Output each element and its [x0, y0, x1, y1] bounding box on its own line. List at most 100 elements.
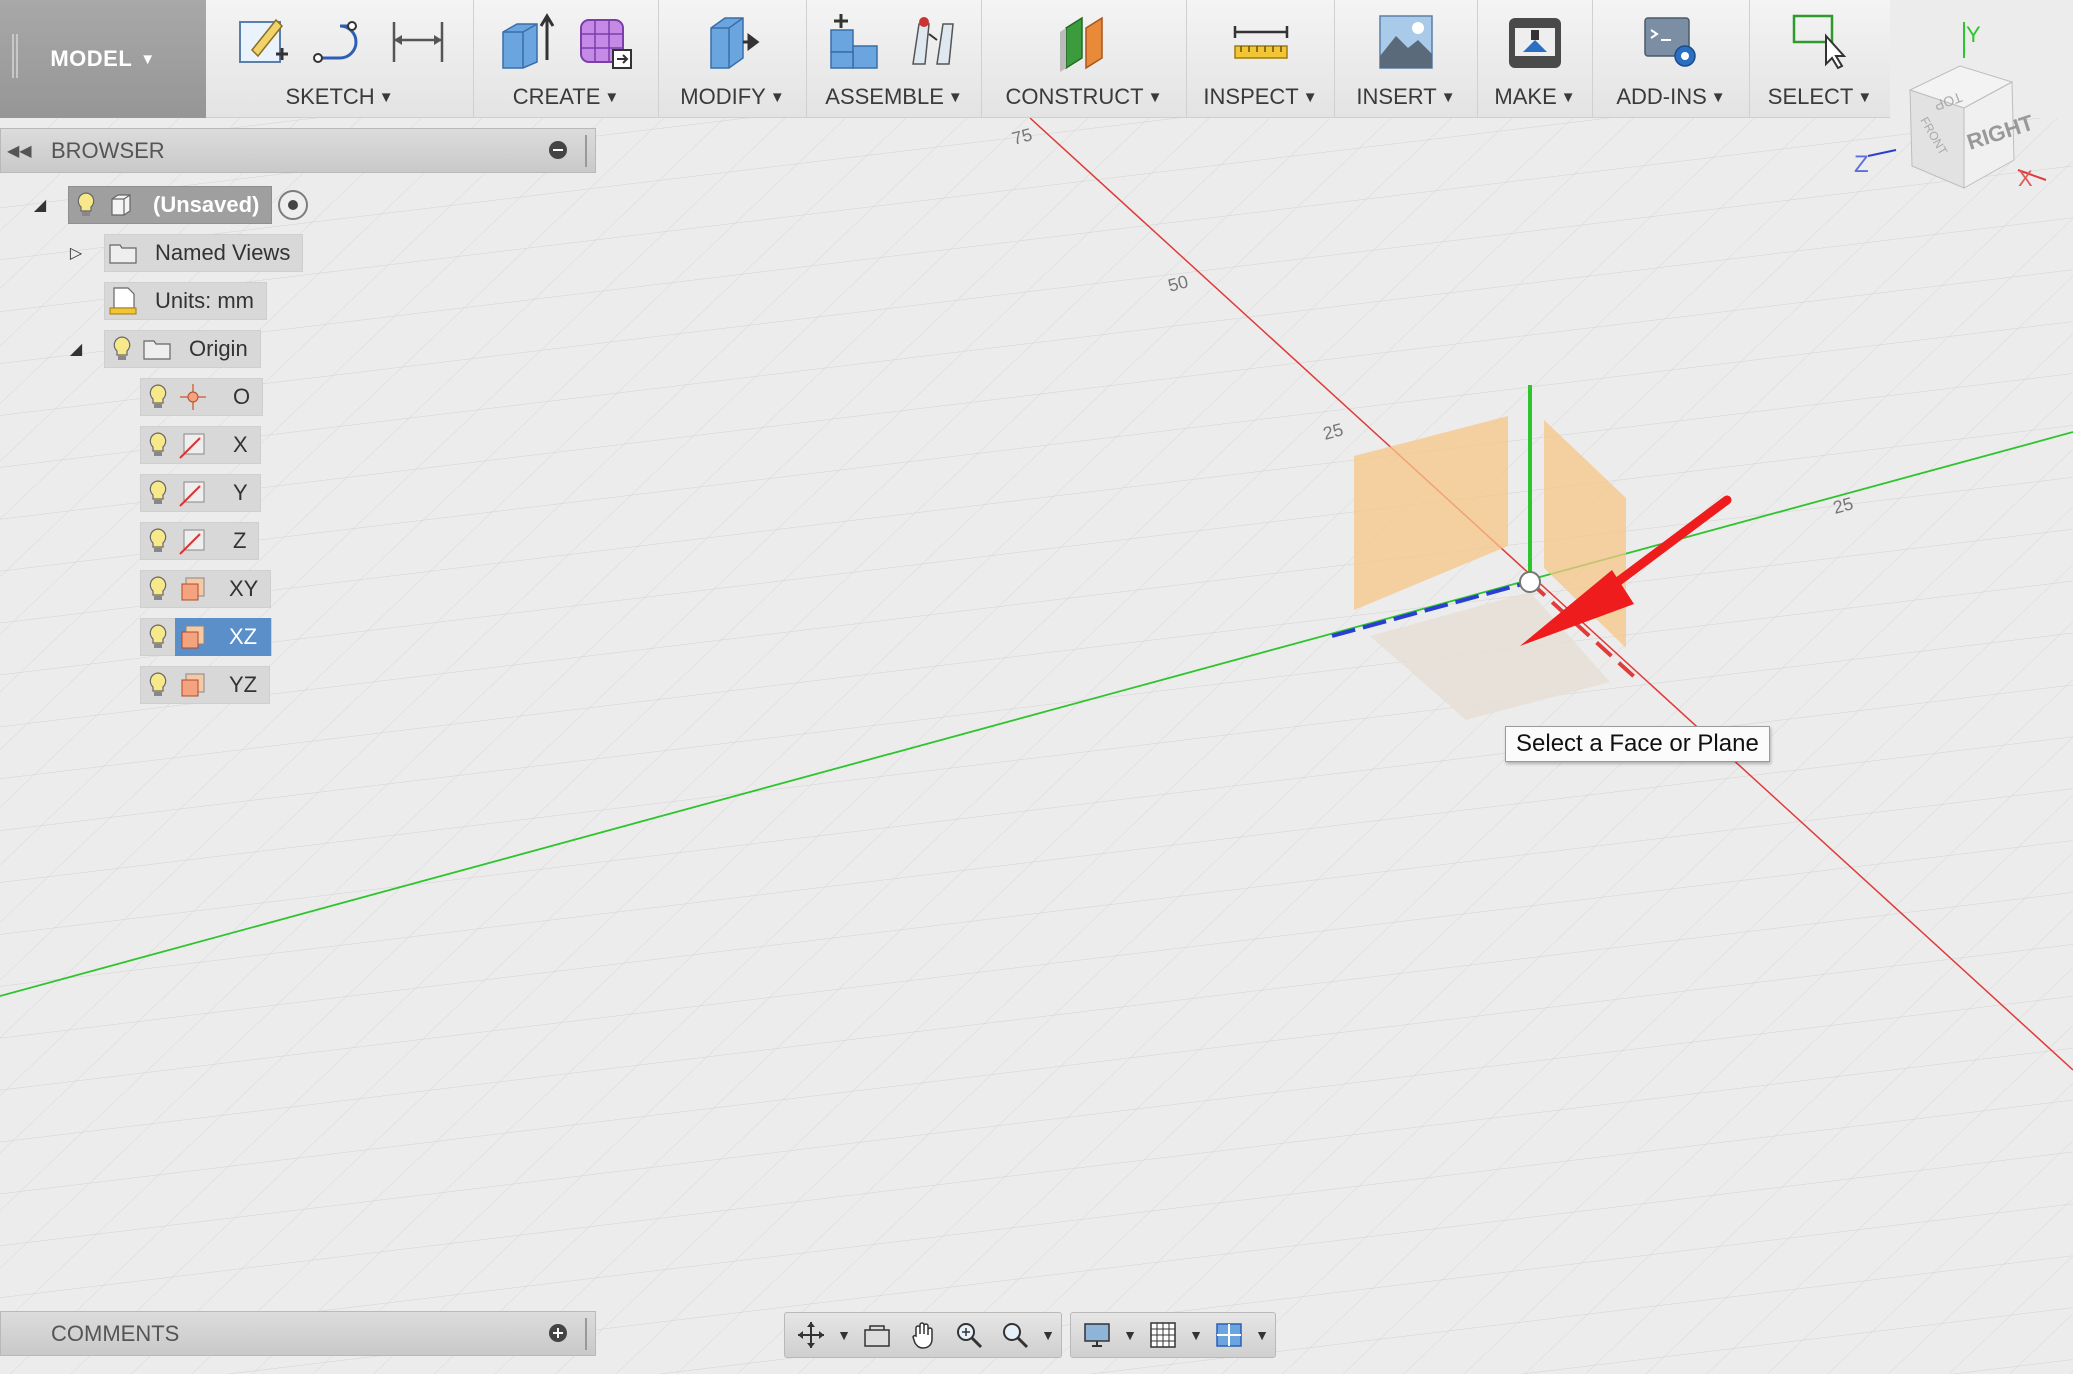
- origin-point-marker[interactable]: [1519, 571, 1541, 593]
- 3d-print-icon[interactable]: [1505, 10, 1565, 72]
- chevron-down-icon[interactable]: ▼: [1303, 89, 1318, 106]
- visibility-bulb-icon[interactable]: [105, 330, 139, 368]
- toolbar-group-create: CREATE ▼: [474, 0, 659, 118]
- offset-plane-icon[interactable]: [1054, 10, 1114, 72]
- units-node[interactable]: Units: mm: [104, 282, 267, 320]
- tree-row-axis-z[interactable]: Z: [140, 522, 260, 560]
- toolbar-group-label[interactable]: INSERT: [1356, 84, 1436, 109]
- navigation-bar: ▼ ▼ ▼ ▼ ▼: [784, 1312, 1276, 1358]
- toolbar-group-label[interactable]: MODIFY: [680, 84, 766, 109]
- origin-item-node[interactable]: XY: [140, 570, 272, 608]
- toolbar-group-construct: CONSTRUCT ▼: [982, 0, 1187, 118]
- plane-icon: [175, 666, 211, 704]
- origin-item-node[interactable]: Z: [140, 522, 260, 560]
- joint-icon[interactable]: [903, 10, 963, 72]
- panel-grip-icon[interactable]: [585, 1318, 589, 1350]
- display-settings-icon[interactable]: [1077, 1316, 1117, 1354]
- form-grid-icon[interactable]: [575, 10, 635, 72]
- viewports-icon[interactable]: [1209, 1316, 1249, 1354]
- collapse-panel-icon[interactable]: ◀◀: [7, 141, 37, 161]
- visibility-bulb-icon[interactable]: [69, 186, 103, 224]
- visibility-bulb-icon[interactable]: [141, 618, 175, 656]
- add-comment-icon[interactable]: [549, 1324, 567, 1342]
- tree-row-units[interactable]: Units: mm: [104, 282, 267, 320]
- tree-row-plane-xz[interactable]: XZ: [140, 618, 273, 656]
- zoom-window-icon[interactable]: [995, 1316, 1035, 1354]
- visibility-bulb-icon[interactable]: [141, 666, 175, 704]
- chevron-down-icon[interactable]: ▼: [1123, 1327, 1137, 1343]
- new-component-icon[interactable]: [825, 10, 885, 72]
- toolbar-group-label[interactable]: CONSTRUCT: [1006, 84, 1144, 109]
- chevron-down-icon[interactable]: ▼: [1441, 89, 1456, 106]
- toolbar-group-label[interactable]: CREATE: [513, 84, 601, 109]
- plane-icon: [175, 618, 211, 656]
- expanded-triangle-icon[interactable]: ◢: [64, 339, 88, 359]
- chevron-down-icon[interactable]: ▼: [1711, 89, 1726, 106]
- chevron-down-icon[interactable]: ▼: [770, 89, 785, 106]
- chevron-down-icon[interactable]: ▼: [1561, 89, 1576, 106]
- panel-grip-icon[interactable]: [585, 135, 589, 167]
- origin-node[interactable]: Origin: [104, 330, 261, 368]
- toolbar-group-label[interactable]: ADD-INS: [1616, 84, 1706, 109]
- insert-image-icon[interactable]: [1376, 10, 1436, 72]
- origin-item-node-selected[interactable]: XZ: [140, 618, 273, 656]
- origin-item-node[interactable]: YZ: [140, 666, 271, 704]
- visibility-bulb-icon[interactable]: [141, 522, 175, 560]
- tree-row-origin-point[interactable]: O: [140, 378, 264, 416]
- collapsed-triangle-icon[interactable]: ▷: [64, 243, 88, 263]
- chevron-down-icon[interactable]: ▼: [604, 89, 619, 106]
- minimize-panel-icon[interactable]: [549, 141, 567, 159]
- tree-row-root[interactable]: ◢ (Unsaved): [28, 186, 309, 224]
- tree-row-axis-y[interactable]: Y: [140, 474, 261, 512]
- chevron-down-icon[interactable]: ▼: [948, 89, 963, 106]
- visibility-bulb-icon[interactable]: [141, 570, 175, 608]
- chevron-down-icon[interactable]: ▼: [1255, 1327, 1269, 1343]
- chevron-down-icon[interactable]: ▼: [1189, 1327, 1203, 1343]
- origin-item-node[interactable]: O: [140, 378, 264, 416]
- visibility-bulb-icon[interactable]: [141, 426, 175, 464]
- dimension-icon[interactable]: [388, 10, 448, 72]
- measure-icon[interactable]: [1231, 10, 1291, 72]
- arc-line-icon[interactable]: [310, 10, 370, 72]
- tree-row-plane-xy[interactable]: XY: [140, 570, 272, 608]
- visibility-bulb-icon[interactable]: [141, 474, 175, 512]
- tree-row-origin[interactable]: ◢ Origin: [64, 330, 261, 368]
- selection-highlight[interactable]: XZ: [175, 618, 272, 656]
- chevron-down-icon[interactable]: ▼: [837, 1327, 851, 1343]
- browser-panel-header[interactable]: ◀◀ BROWSER: [0, 128, 596, 173]
- chevron-down-icon[interactable]: ▼: [379, 89, 394, 106]
- expanded-triangle-icon[interactable]: ◢: [28, 195, 52, 215]
- toolbar-grip[interactable]: [12, 34, 18, 78]
- pan-hand-icon[interactable]: [903, 1316, 943, 1354]
- grid-settings-icon[interactable]: [1143, 1316, 1183, 1354]
- comments-panel-header[interactable]: COMMENTS: [0, 1311, 596, 1356]
- activate-radio-button[interactable]: [278, 190, 309, 220]
- orbit-icon[interactable]: [791, 1316, 831, 1354]
- toolbar-group-label[interactable]: ASSEMBLE: [825, 84, 944, 109]
- select-window-icon[interactable]: [1790, 10, 1850, 72]
- visibility-bulb-icon[interactable]: [141, 378, 175, 416]
- zoom-icon[interactable]: [949, 1316, 989, 1354]
- look-at-icon[interactable]: [857, 1316, 897, 1354]
- chevron-down-icon[interactable]: ▼: [1148, 89, 1163, 106]
- workspace-mode-button[interactable]: MODEL ▼: [0, 0, 206, 118]
- toolbar-group-label[interactable]: SELECT: [1768, 84, 1854, 109]
- toolbar-group-label[interactable]: SKETCH: [285, 84, 374, 109]
- origin-item-node[interactable]: Y: [140, 474, 261, 512]
- tree-row-named-views[interactable]: ▷ Named Views: [64, 234, 304, 272]
- view-cube[interactable]: Y Z X RIGHT TOP FRONT: [1850, 10, 2073, 191]
- named-views-node[interactable]: Named Views: [104, 234, 304, 272]
- extrude-icon[interactable]: [497, 10, 557, 72]
- chevron-down-icon[interactable]: ▼: [1041, 1327, 1055, 1343]
- toolbar-group-label[interactable]: INSPECT: [1203, 84, 1298, 109]
- toolbar-group-label[interactable]: MAKE: [1494, 84, 1556, 109]
- nav-group-display: ▼ ▼ ▼: [1070, 1312, 1276, 1358]
- sketch-create-icon[interactable]: [232, 10, 292, 72]
- tree-row-plane-yz[interactable]: YZ: [140, 666, 271, 704]
- scripts-icon[interactable]: [1641, 10, 1701, 72]
- root-component-node[interactable]: (Unsaved): [68, 186, 273, 224]
- tree-row-axis-x[interactable]: X: [140, 426, 261, 464]
- press-pull-icon[interactable]: [703, 10, 763, 72]
- root-label: (Unsaved): [153, 192, 260, 217]
- origin-item-node[interactable]: X: [140, 426, 261, 464]
